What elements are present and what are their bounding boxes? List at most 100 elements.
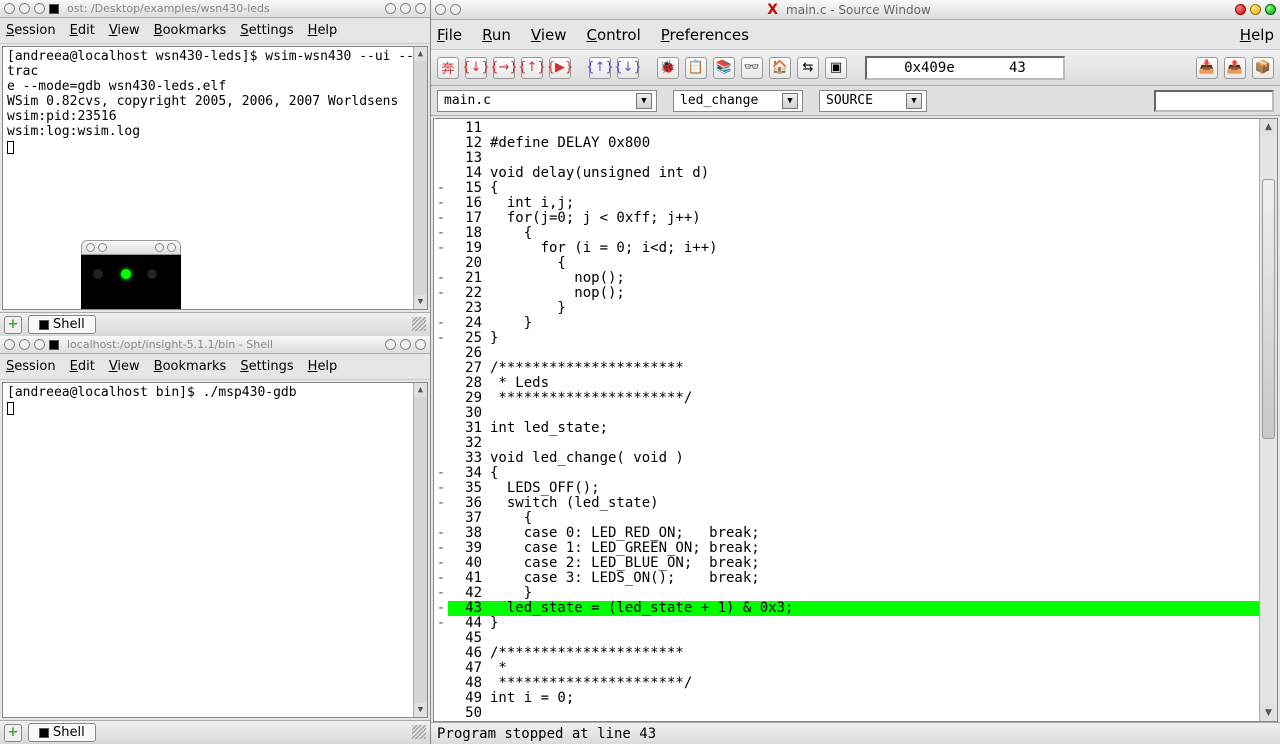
- source-line[interactable]: -17 for(j=0; j < 0xff; j++): [434, 211, 1277, 226]
- breakpoint-gutter[interactable]: -: [434, 571, 448, 586]
- menu-bookmarks[interactable]: Bookmarks: [154, 23, 227, 38]
- up-frame-button[interactable]: {↑}: [589, 57, 611, 79]
- scrollbar[interactable]: ▲▼: [413, 47, 427, 309]
- breakpoint-gutter[interactable]: [434, 361, 448, 376]
- add-tab-button[interactable]: +: [4, 316, 22, 334]
- registers-button[interactable]: 📋: [685, 57, 707, 79]
- source-line[interactable]: -21 nop();: [434, 271, 1277, 286]
- win-btn-a-icon[interactable]: [385, 339, 396, 350]
- source-line[interactable]: -24 }: [434, 316, 1277, 331]
- menu-edit[interactable]: Edit: [70, 359, 95, 374]
- breakpoint-gutter[interactable]: -: [434, 496, 448, 511]
- add-tab-button[interactable]: +: [4, 724, 22, 742]
- source-view[interactable]: 11 12#define DELAY 0x800 13 14void delay…: [433, 118, 1278, 722]
- panel1-terminal[interactable]: [andreea@localhost wsn430-leds]$ wsim-ws…: [2, 46, 428, 310]
- resize-grip-icon[interactable]: [412, 317, 426, 331]
- win-close-icon[interactable]: [1235, 4, 1246, 15]
- source-line[interactable]: 30: [434, 406, 1277, 421]
- menu-control[interactable]: Control: [587, 26, 641, 44]
- scrollbar[interactable]: ▲▼: [413, 383, 427, 717]
- breakpoint-gutter[interactable]: [434, 256, 448, 271]
- console-button[interactable]: ▣: [825, 57, 847, 79]
- win-btn-icon[interactable]: [450, 4, 461, 15]
- tab-shell[interactable]: Shell: [28, 723, 96, 742]
- source-line[interactable]: -44}: [434, 616, 1277, 631]
- source-line[interactable]: 13: [434, 151, 1277, 166]
- menu-run[interactable]: Run: [482, 26, 511, 44]
- win-btn-b-icon[interactable]: [400, 339, 411, 350]
- menu-session[interactable]: Session: [6, 359, 56, 374]
- menu-view[interactable]: View: [109, 23, 140, 38]
- menu-session[interactable]: Session: [6, 23, 56, 38]
- win-btn-c-icon[interactable]: [415, 339, 426, 350]
- win-min-icon[interactable]: [1250, 4, 1261, 15]
- breakpoint-gutter[interactable]: -: [434, 556, 448, 571]
- stack-down-button[interactable]: 📥: [1196, 57, 1218, 79]
- source-line[interactable]: -42 }: [434, 586, 1277, 601]
- breakpoint-gutter[interactable]: -: [434, 466, 448, 481]
- breakpoint-gutter[interactable]: -: [434, 331, 448, 346]
- menu-bookmarks[interactable]: Bookmarks: [154, 359, 227, 374]
- source-line[interactable]: -19 for (i = 0; i<d; i++): [434, 241, 1277, 256]
- menu-view[interactable]: View: [109, 359, 140, 374]
- file-dropdown[interactable]: main.c ▼: [437, 90, 657, 112]
- breakpoint-gutter[interactable]: [434, 376, 448, 391]
- breakpoint-gutter[interactable]: -: [434, 481, 448, 496]
- menu-help[interactable]: Help: [308, 23, 338, 38]
- breakpoint-gutter[interactable]: [434, 691, 448, 706]
- step-button[interactable]: {↓}: [465, 57, 487, 79]
- device-titlebar[interactable]: [81, 240, 181, 255]
- source-line[interactable]: 32: [434, 436, 1277, 451]
- breakpoint-gutter[interactable]: [434, 136, 448, 151]
- source-line[interactable]: -38 case 0: LED_RED_ON; break;: [434, 526, 1277, 541]
- breakpoint-gutter[interactable]: -: [434, 211, 448, 226]
- source-line[interactable]: 47 *: [434, 661, 1277, 676]
- function-dropdown[interactable]: led_change ▼: [673, 90, 803, 112]
- breakpoint-gutter[interactable]: -: [434, 241, 448, 256]
- breakpoint-gutter[interactable]: -: [434, 181, 448, 196]
- source-line[interactable]: -18 {: [434, 226, 1277, 241]
- breakpoint-gutter[interactable]: [434, 676, 448, 691]
- scrollbar[interactable]: ▲▼: [1259, 119, 1277, 721]
- breakpoint-gutter[interactable]: [434, 346, 448, 361]
- source-line[interactable]: 50: [434, 706, 1277, 721]
- source-line[interactable]: 45: [434, 631, 1277, 646]
- menu-help[interactable]: Help: [1240, 26, 1274, 44]
- breakpoint-gutter[interactable]: -: [434, 601, 448, 616]
- win-close-icon[interactable]: [4, 339, 15, 350]
- breakpoint-gutter[interactable]: [434, 511, 448, 526]
- breakpoint-gutter[interactable]: [434, 121, 448, 136]
- breakpoint-gutter[interactable]: [434, 391, 448, 406]
- breakpoint-gutter[interactable]: [434, 151, 448, 166]
- next-button[interactable]: {→}: [493, 57, 515, 79]
- menu-settings[interactable]: Settings: [240, 359, 293, 374]
- breakpoint-gutter[interactable]: [434, 421, 448, 436]
- breakpoint-gutter[interactable]: [434, 661, 448, 676]
- breakpoint-gutter[interactable]: -: [434, 271, 448, 286]
- win-min-icon[interactable]: [19, 3, 30, 14]
- address-field[interactable]: 0x409e 43: [865, 56, 1065, 80]
- breakpoint-gutter[interactable]: -: [434, 616, 448, 631]
- breakpoint-gutter[interactable]: -: [434, 226, 448, 241]
- source-line[interactable]: 31int led_state;: [434, 421, 1277, 436]
- breakpoint-gutter[interactable]: [434, 706, 448, 721]
- source-line[interactable]: -43 led_state = (led_state + 1) & 0x3;: [434, 601, 1277, 616]
- run-button[interactable]: 奔: [437, 57, 459, 79]
- source-line[interactable]: -40 case 2: LED_BLUE_ON; break;: [434, 556, 1277, 571]
- breakpoint-gutter[interactable]: [434, 631, 448, 646]
- mode-dropdown[interactable]: SOURCE ▼: [819, 90, 927, 112]
- finish-button[interactable]: {↑}: [521, 57, 543, 79]
- win-min-icon[interactable]: [19, 339, 30, 350]
- source-line[interactable]: 12#define DELAY 0x800: [434, 136, 1277, 151]
- breakpoint-gutter[interactable]: -: [434, 526, 448, 541]
- resize-grip-icon[interactable]: [412, 725, 426, 739]
- source-line[interactable]: -16 int i,j;: [434, 196, 1277, 211]
- win-btn-icon[interactable]: [435, 4, 446, 15]
- menu-file[interactable]: File: [437, 26, 462, 44]
- source-line[interactable]: 26: [434, 346, 1277, 361]
- continue-button[interactable]: {▶}: [549, 57, 571, 79]
- source-line[interactable]: 29 **********************/: [434, 391, 1277, 406]
- breakpoint-gutter[interactable]: -: [434, 541, 448, 556]
- signals-button[interactable]: ⇆: [797, 57, 819, 79]
- source-line[interactable]: -35 LEDS_OFF();: [434, 481, 1277, 496]
